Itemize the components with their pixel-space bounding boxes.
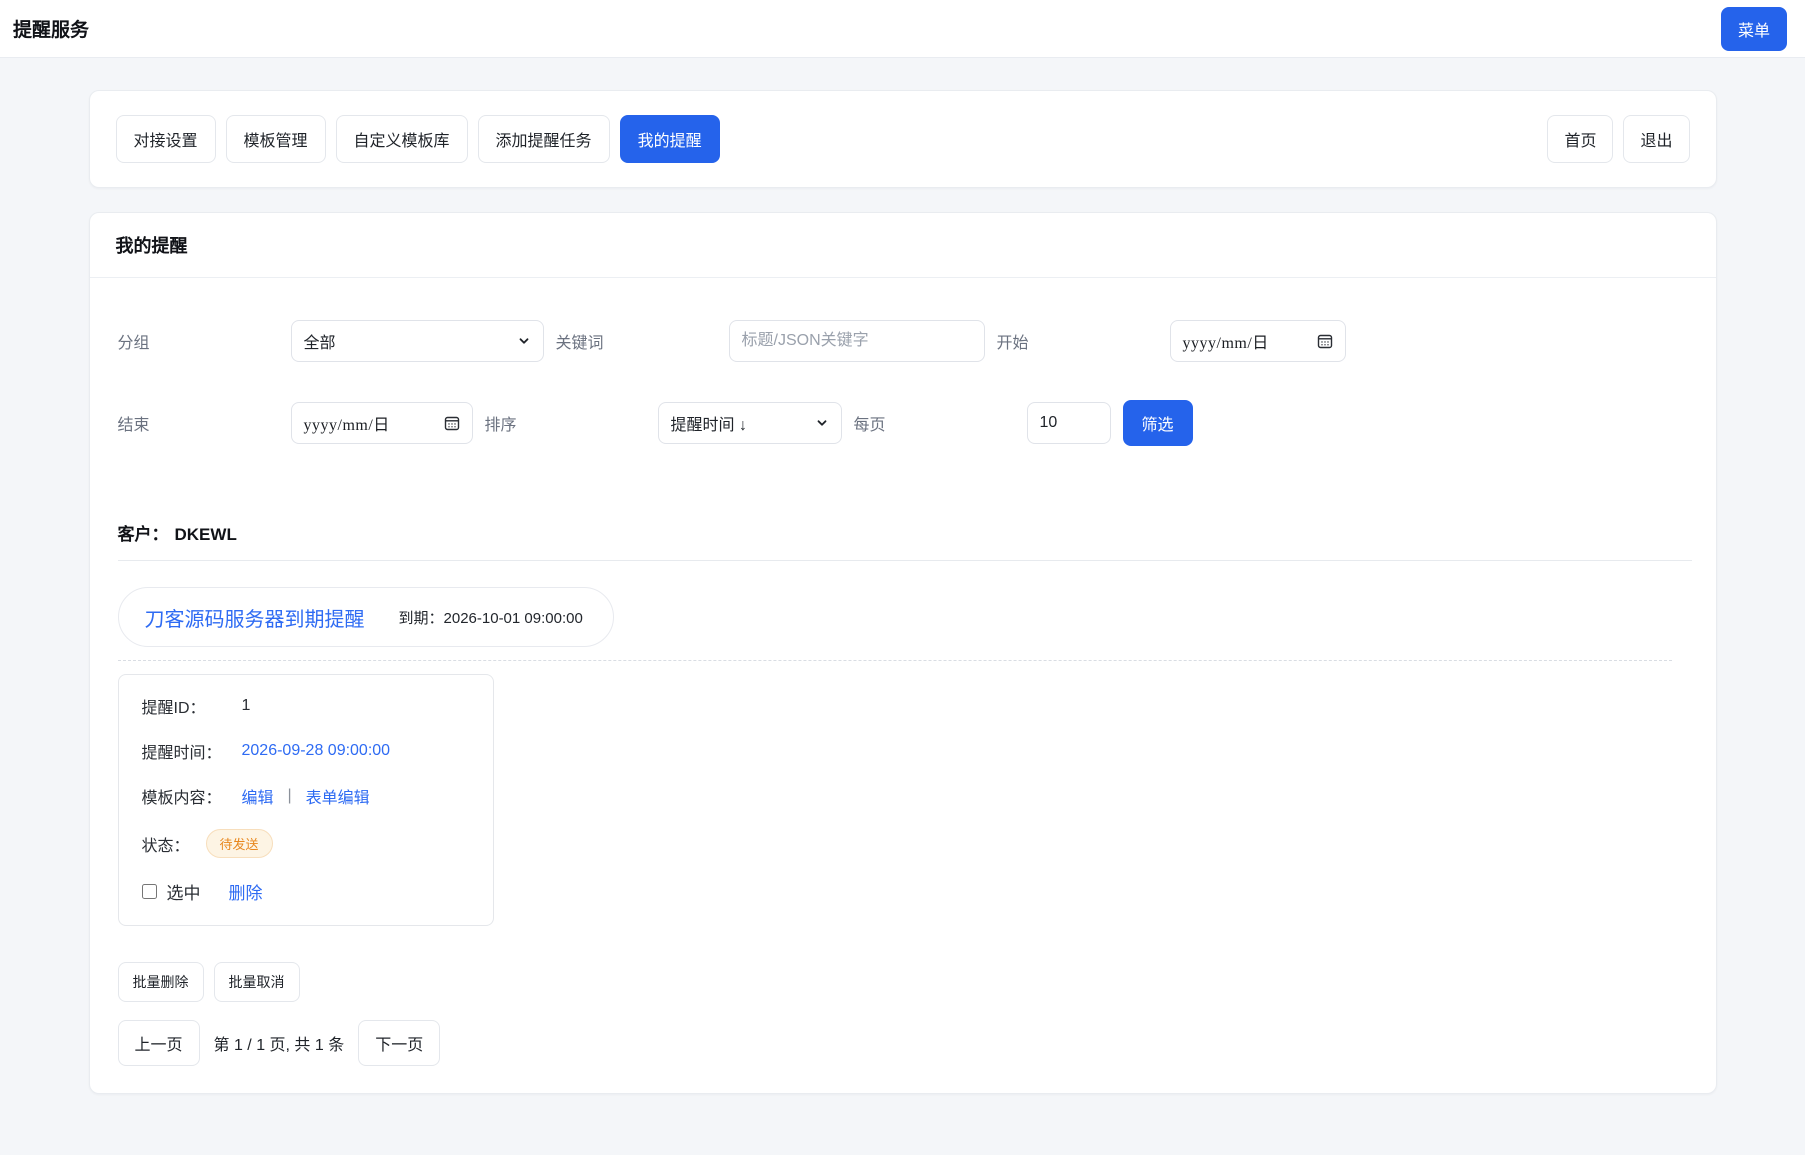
status-badge: 待发送 — [206, 829, 273, 858]
prev-page-button[interactable]: 上一页 — [118, 1020, 200, 1066]
next-page-button[interactable]: 下一页 — [358, 1020, 440, 1066]
calendar-icon — [444, 415, 460, 431]
batch-actions: 批量删除 批量取消 — [118, 962, 1692, 1002]
filter-row-1: 分组 全部 关键词 开始 yyyy/mm/日 — [118, 320, 1692, 362]
due-label: 到期： — [399, 610, 444, 627]
tab-my-reminders[interactable]: 我的提醒 — [620, 115, 720, 163]
form-edit-link[interactable]: 表单编辑 — [306, 784, 370, 808]
reminder-due: 到期：2026-10-01 09:00:00 — [399, 607, 583, 628]
status-row: 状态： 待发送 — [142, 829, 470, 858]
reminder-id-value: 1 — [242, 697, 251, 715]
select-label: 选中 — [167, 879, 201, 904]
pagination: 上一页 第 1 / 1 页, 共 1 条 下一页 — [118, 1020, 1692, 1066]
select-checkbox[interactable] — [142, 884, 157, 899]
section-divider — [118, 560, 1692, 561]
nav-tabs: 对接设置 模板管理 自定义模板库 添加提醒任务 我的提醒 — [116, 115, 720, 163]
reminder-title-link[interactable]: 刀客源码服务器到期提醒 — [145, 603, 365, 632]
end-date-label: 结束 — [118, 411, 291, 435]
sort-label: 排序 — [485, 411, 658, 435]
customer-heading: 客户： DKEWL — [118, 520, 1692, 545]
filter-button[interactable]: 筛选 — [1123, 400, 1193, 446]
start-date-label: 开始 — [997, 329, 1170, 353]
delete-link[interactable]: 删除 — [229, 879, 263, 904]
filter-row-2: 结束 yyyy/mm/日 排序 — [118, 400, 1692, 446]
reminder-summary: 刀客源码服务器到期提醒 到期：2026-10-01 09:00:00 — [118, 587, 614, 647]
group-label: 分组 — [118, 329, 291, 353]
menu-button[interactable]: 菜单 — [1721, 7, 1787, 51]
filter-form: 分组 全部 关键词 开始 yyyy/mm/日 — [118, 278, 1692, 446]
topbar: 提醒服务 菜单 — [0, 0, 1805, 58]
edit-link[interactable]: 编辑 — [242, 784, 274, 808]
app-title: 提醒服务 — [13, 15, 89, 42]
status-label: 状态： — [142, 832, 190, 856]
reminder-detail-card: 提醒ID： 1 提醒时间： 2026-09-28 09:00:00 模板内容： … — [118, 674, 494, 926]
chevron-down-icon — [517, 334, 531, 348]
home-button[interactable]: 首页 — [1547, 115, 1613, 163]
customer-section: 客户： DKEWL 刀客源码服务器到期提醒 到期：2026-10-01 09:00… — [118, 520, 1692, 926]
customer-label: 客户： — [118, 525, 169, 544]
select-row: 选中 删除 — [142, 879, 470, 904]
tab-template-management[interactable]: 模板管理 — [226, 115, 326, 163]
reminder-time-link[interactable]: 2026-09-28 09:00:00 — [242, 742, 391, 760]
sort-select[interactable]: 提醒时间 ↓ — [658, 402, 842, 444]
nav-card: 对接设置 模板管理 自定义模板库 添加提醒任务 我的提醒 首页 退出 — [89, 90, 1717, 188]
keyword-label: 关键词 — [556, 329, 729, 353]
per-page-label: 每页 — [854, 411, 1027, 435]
due-time: 2026-10-01 09:00:00 — [444, 610, 583, 627]
reminder-time-row: 提醒时间： 2026-09-28 09:00:00 — [142, 739, 470, 763]
nav-actions: 首页 退出 — [1547, 115, 1689, 163]
tab-connection-settings[interactable]: 对接设置 — [116, 115, 216, 163]
tab-custom-template-library[interactable]: 自定义模板库 — [336, 115, 468, 163]
tab-add-reminder-task[interactable]: 添加提醒任务 — [478, 115, 610, 163]
page-container: 对接设置 模板管理 自定义模板库 添加提醒任务 我的提醒 首页 退出 我的提醒 … — [89, 90, 1717, 1094]
end-date-value: yyyy/mm/日 — [304, 411, 390, 435]
panel-title: 我的提醒 — [90, 213, 1716, 278]
group-select-value: 全部 — [304, 329, 336, 353]
reminder-id-row: 提醒ID： 1 — [142, 694, 470, 718]
template-content-row: 模板内容： 编辑 | 表单编辑 — [142, 784, 470, 808]
start-date-value: yyyy/mm/日 — [1183, 329, 1269, 353]
my-reminders-panel: 我的提醒 分组 全部 关键词 开始 yyyy/mm/日 — [89, 212, 1717, 1094]
page-info: 第 1 / 1 页, 共 1 条 — [214, 1031, 345, 1055]
customer-name: DKEWL — [175, 525, 237, 544]
link-separator: | — [288, 787, 292, 805]
reminder-time-label: 提醒时间： — [142, 739, 242, 763]
sort-select-value: 提醒时间 ↓ — [671, 411, 747, 435]
per-page-input[interactable] — [1027, 402, 1111, 444]
calendar-icon — [1317, 333, 1333, 349]
group-select[interactable]: 全部 — [291, 320, 544, 362]
batch-cancel-button[interactable]: 批量取消 — [214, 962, 300, 1002]
chevron-down-icon — [815, 416, 829, 430]
reminder-id-label: 提醒ID： — [142, 694, 242, 718]
batch-delete-button[interactable]: 批量删除 — [118, 962, 204, 1002]
template-content-label: 模板内容： — [142, 784, 242, 808]
logout-button[interactable]: 退出 — [1623, 115, 1689, 163]
panel-body: 分组 全部 关键词 开始 yyyy/mm/日 — [90, 278, 1716, 1066]
keyword-input[interactable] — [729, 320, 985, 362]
end-date-input[interactable]: yyyy/mm/日 — [291, 402, 473, 444]
dashed-divider — [118, 660, 1672, 661]
start-date-input[interactable]: yyyy/mm/日 — [1170, 320, 1346, 362]
